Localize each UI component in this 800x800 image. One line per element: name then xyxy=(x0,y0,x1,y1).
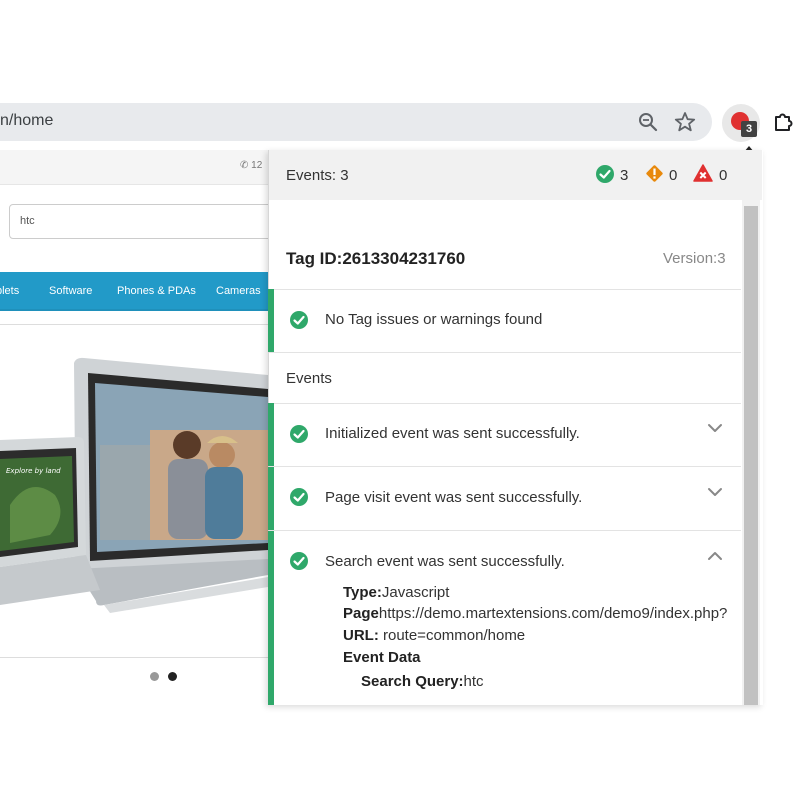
divider xyxy=(269,352,741,353)
check-icon xyxy=(290,425,308,443)
site-search-input[interactable] xyxy=(9,204,281,239)
no-issues-message: No Tag issues or warnings found xyxy=(325,311,543,328)
url-text[interactable]: n/home xyxy=(0,112,53,130)
success-icon xyxy=(596,165,614,183)
nav-item-phones[interactable]: Phones & PDAs xyxy=(117,285,196,297)
check-icon xyxy=(290,488,308,506)
chevron-up-icon[interactable] xyxy=(707,551,723,561)
warning-count: 0 xyxy=(669,167,678,184)
nav-item-cameras[interactable]: Cameras xyxy=(216,285,261,297)
nav-item-software[interactable]: Software xyxy=(49,285,92,297)
zoom-icon[interactable] xyxy=(637,111,659,133)
chevron-down-icon[interactable] xyxy=(707,423,723,433)
slide-dot-active[interactable] xyxy=(168,672,177,681)
phone-text: ✆ 12 xyxy=(240,160,263,171)
divider xyxy=(269,530,741,531)
tag-id: Tag ID:2613304231760 xyxy=(286,249,466,268)
extension-badge: 3 xyxy=(741,121,757,137)
star-icon[interactable] xyxy=(674,111,696,133)
popup-scrollbar-thumb[interactable] xyxy=(744,206,758,705)
slide-dot[interactable] xyxy=(150,672,159,681)
detail-url: URL: route=common/home xyxy=(343,627,526,644)
status-indicator xyxy=(268,289,274,352)
site-topbar xyxy=(0,150,268,185)
laptop-banner-image: Explore by land xyxy=(0,357,268,613)
version-label: Version:3 xyxy=(663,250,726,267)
event-row-initialized[interactable]: Initialized event was sent successfully. xyxy=(325,425,580,442)
event-row-search[interactable]: Search event was sent successfully. xyxy=(325,553,565,570)
event-status-indicator xyxy=(268,467,274,530)
svg-text:Explore by land: Explore by land xyxy=(6,467,61,475)
error-count: 0 xyxy=(719,167,728,184)
nav-item-tablets[interactable]: blets xyxy=(0,285,19,297)
chevron-down-icon[interactable] xyxy=(707,487,723,497)
warning-icon xyxy=(646,165,663,182)
event-status-indicator xyxy=(268,531,274,705)
event-status-indicator xyxy=(268,403,274,466)
error-icon xyxy=(693,164,713,182)
detail-page: Pagehttps://demo.martextensions.com/demo… xyxy=(343,605,728,622)
detail-event-data: Event Data xyxy=(343,649,421,666)
address-bar[interactable] xyxy=(0,103,712,141)
detail-search-query: Search Query:htc xyxy=(361,673,484,690)
success-count: 3 xyxy=(620,167,629,184)
event-row-page-visit[interactable]: Page visit event was sent successfully. xyxy=(325,489,582,506)
divider xyxy=(269,403,741,404)
events-section-label: Events xyxy=(286,370,332,387)
check-icon xyxy=(290,311,308,329)
events-count: Events: 3 xyxy=(286,167,349,184)
divider xyxy=(269,466,741,467)
site-search-value[interactable]: htc xyxy=(20,215,35,227)
puzzle-icon[interactable] xyxy=(772,109,796,133)
divider xyxy=(269,289,741,290)
check-icon xyxy=(290,552,308,570)
detail-type: Type:Javascript xyxy=(343,584,450,601)
